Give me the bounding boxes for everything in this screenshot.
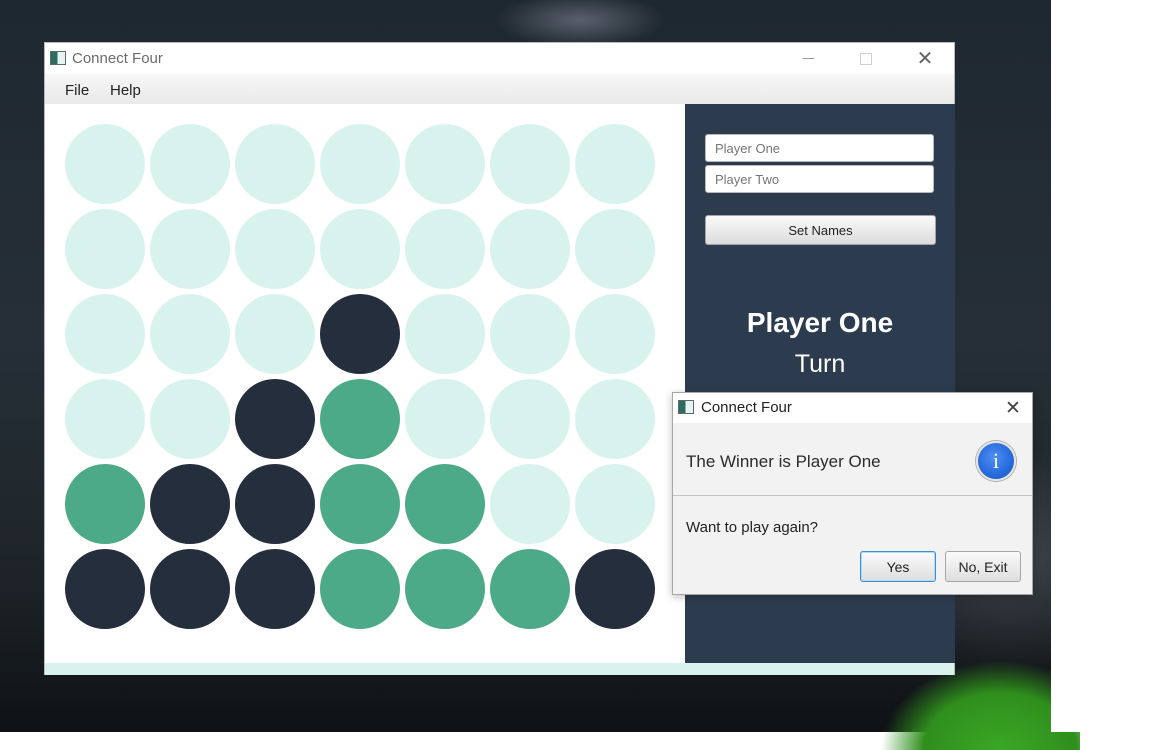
- dialog-titlebar[interactable]: Connect Four ✕: [673, 393, 1032, 423]
- board-cell-empty[interactable]: [490, 379, 570, 459]
- board-cell-empty[interactable]: [490, 464, 570, 544]
- board-cell-empty[interactable]: [150, 124, 230, 204]
- board-cell-empty[interactable]: [575, 209, 655, 289]
- board-cell-empty[interactable]: [490, 124, 570, 204]
- board-cell-dark[interactable]: [65, 549, 145, 629]
- board-cell-empty[interactable]: [575, 294, 655, 374]
- player-one-name-input[interactable]: [705, 134, 934, 162]
- board-cell-dark[interactable]: [235, 379, 315, 459]
- board-cell-green[interactable]: [65, 464, 145, 544]
- app-icon: [50, 51, 66, 65]
- yes-button[interactable]: Yes: [860, 551, 936, 582]
- menu-bar: File Help: [45, 74, 954, 104]
- board-cell-empty[interactable]: [65, 294, 145, 374]
- info-icon: i: [976, 441, 1016, 481]
- board-cell-empty[interactable]: [575, 124, 655, 204]
- play-again-question: Want to play again?: [686, 519, 819, 536]
- dialog-header: The Winner is Player One i: [673, 423, 1032, 496]
- window-title: Connect Four: [72, 50, 163, 67]
- board-cell-empty[interactable]: [150, 294, 230, 374]
- maximize-button[interactable]: [843, 43, 889, 74]
- close-button[interactable]: ✕: [902, 43, 948, 74]
- board-cell-dark[interactable]: [150, 464, 230, 544]
- current-player-label: Player One: [746, 307, 894, 338]
- board-cell-empty[interactable]: [320, 124, 400, 204]
- dialog-close-button[interactable]: ✕: [998, 393, 1028, 423]
- board-cell-dark[interactable]: [235, 549, 315, 629]
- close-icon: ✕: [916, 48, 934, 70]
- winner-message: The Winner is Player One: [686, 452, 881, 471]
- board-cell-empty[interactable]: [405, 124, 485, 204]
- board-cell-empty[interactable]: [65, 124, 145, 204]
- board-cell-empty[interactable]: [150, 379, 230, 459]
- bottom-strip: [45, 663, 954, 675]
- board-cell-dark[interactable]: [575, 549, 655, 629]
- board-cell-empty[interactable]: [150, 209, 230, 289]
- minimize-icon: [802, 58, 814, 59]
- menu-help[interactable]: Help: [110, 82, 141, 99]
- window-titlebar[interactable]: Connect Four ✕: [45, 43, 954, 74]
- board-cell-empty[interactable]: [235, 209, 315, 289]
- dialog-title: Connect Four: [701, 399, 792, 416]
- no-exit-button[interactable]: No, Exit: [945, 551, 1021, 582]
- board-cell-dark[interactable]: [150, 549, 230, 629]
- board-cell-empty[interactable]: [65, 379, 145, 459]
- board-cell-green[interactable]: [320, 549, 400, 629]
- board-cell-empty[interactable]: [235, 294, 315, 374]
- minimize-button[interactable]: [785, 43, 831, 74]
- board-cell-empty[interactable]: [575, 464, 655, 544]
- board-cell-empty[interactable]: [235, 124, 315, 204]
- desktop-blank-area: [1051, 0, 1152, 732]
- board-cell-empty[interactable]: [405, 209, 485, 289]
- game-board[interactable]: [45, 104, 685, 663]
- board-cell-empty[interactable]: [490, 294, 570, 374]
- board-cell-empty[interactable]: [320, 209, 400, 289]
- close-icon: ✕: [1005, 397, 1021, 419]
- set-names-button[interactable]: Set Names: [705, 215, 936, 245]
- board-cell-green[interactable]: [405, 464, 485, 544]
- board-cell-green[interactable]: [320, 464, 400, 544]
- menu-file[interactable]: File: [65, 82, 89, 99]
- board-cell-empty[interactable]: [405, 379, 485, 459]
- turn-label: Turn: [794, 350, 846, 378]
- board-cell-empty[interactable]: [65, 209, 145, 289]
- board-cell-dark[interactable]: [235, 464, 315, 544]
- player-two-name-input[interactable]: [705, 165, 934, 193]
- board-cell-green[interactable]: [405, 549, 485, 629]
- board-cell-green[interactable]: [320, 379, 400, 459]
- dialog-app-icon: [678, 400, 694, 414]
- board-cell-empty[interactable]: [405, 294, 485, 374]
- board-cell-empty[interactable]: [490, 209, 570, 289]
- maximize-icon: [860, 52, 872, 65]
- board-cell-green[interactable]: [490, 549, 570, 629]
- winner-dialog: Connect Four ✕ The Winner is Player One …: [672, 392, 1033, 595]
- board-cell-empty[interactable]: [575, 379, 655, 459]
- board-cell-dark[interactable]: [320, 294, 400, 374]
